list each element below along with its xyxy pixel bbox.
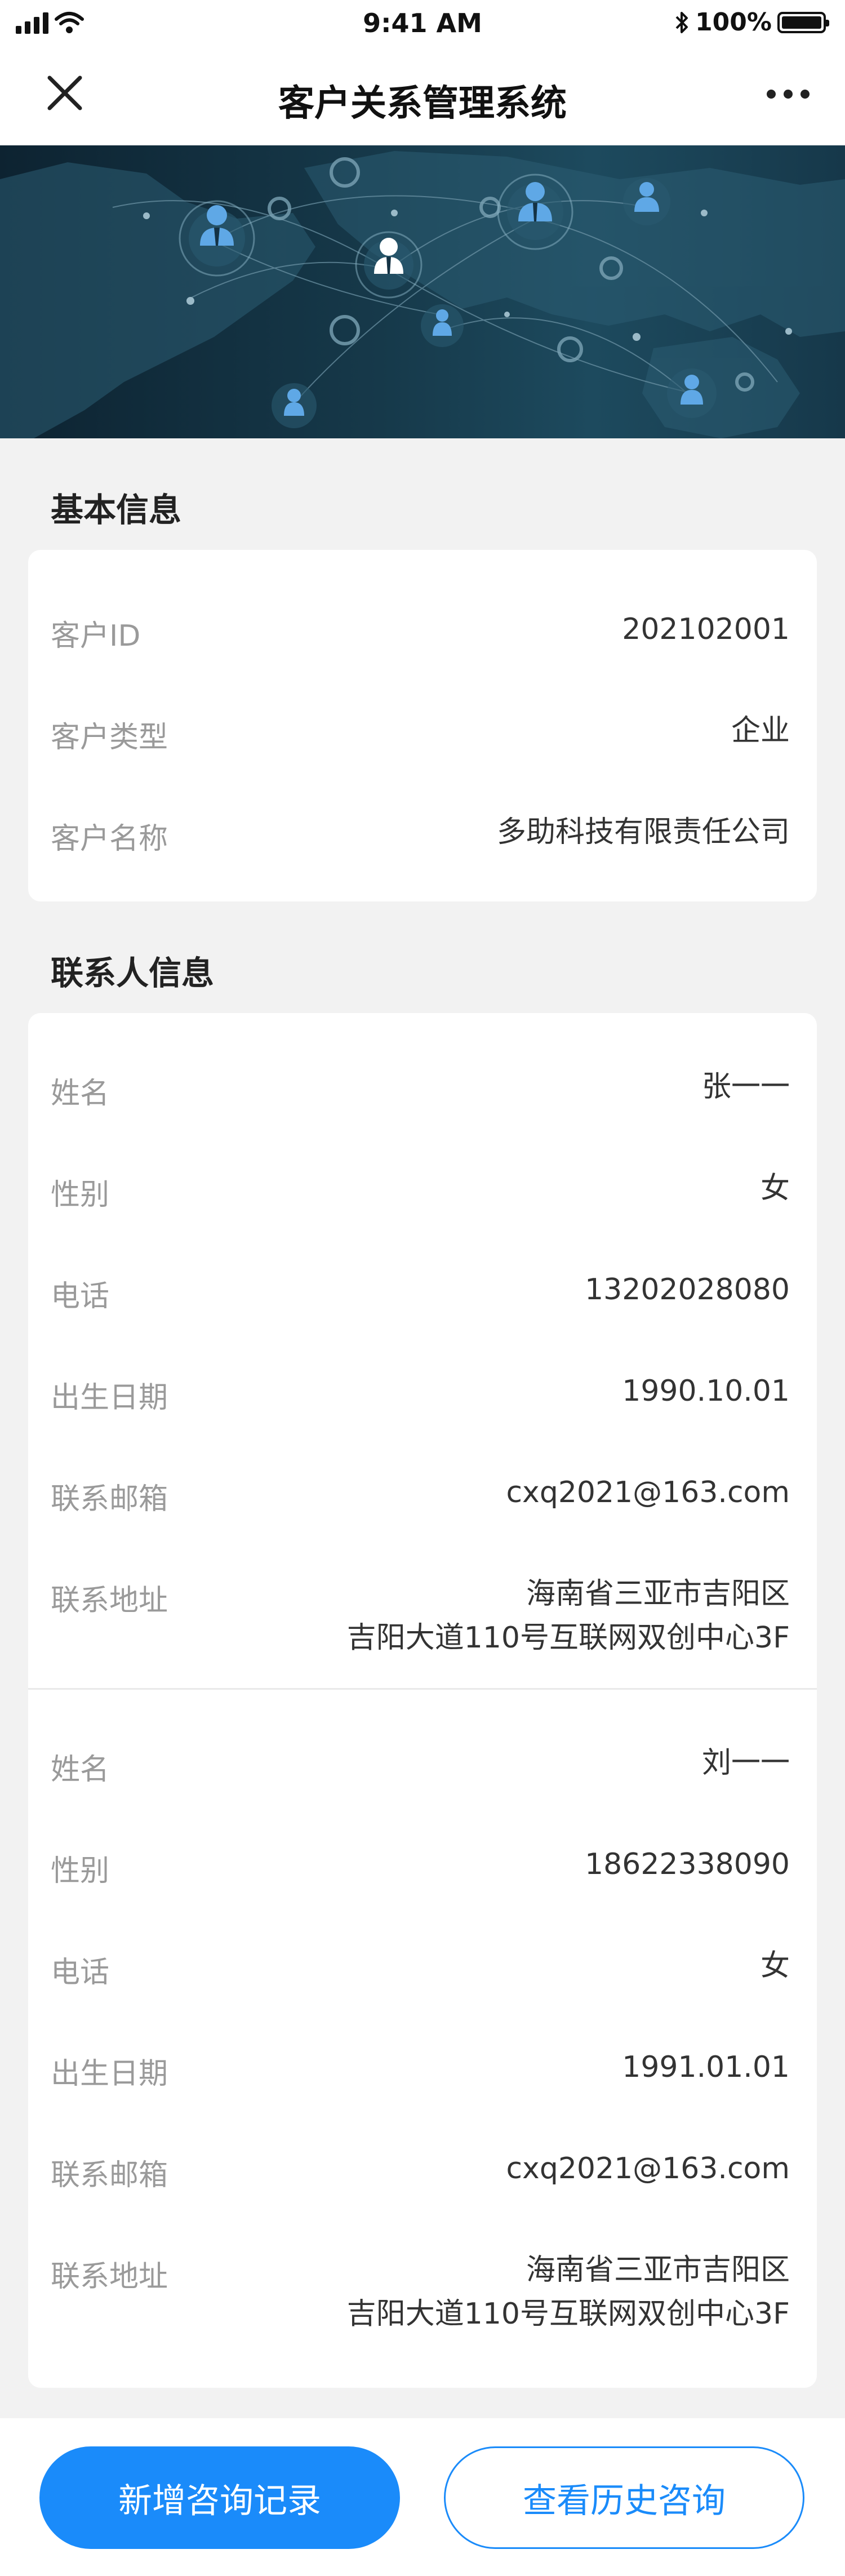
- row-label: 出生日期: [51, 2057, 168, 2091]
- row-value: 刘一一: [701, 1746, 790, 1780]
- contacts-card: 姓名 张一一 性别 女 电话 13202028080 出生日期 1990.10.…: [28, 1013, 817, 2388]
- row-value: 1990.10.01: [622, 1374, 790, 1408]
- row-label: 联系地址: [51, 2260, 168, 2294]
- contact-row-birthday: 出生日期 1990.10.01: [51, 1374, 790, 1416]
- more-button[interactable]: [757, 74, 819, 114]
- info-row-customer-id: 客户ID 202102001: [51, 612, 790, 654]
- address-line-1: 海南省三亚市吉阳区: [526, 1577, 790, 1611]
- status-right: 100%: [675, 8, 829, 37]
- contact-row-phone: 电话 女: [51, 1948, 790, 1991]
- info-row-customer-name: 客户名称 多助科技有限责任公司: [51, 815, 790, 857]
- row-label: 客户ID: [51, 619, 141, 653]
- row-label: 联系邮箱: [51, 1482, 168, 1516]
- contact-row-name: 姓名 张一一: [51, 1069, 790, 1112]
- contact-row-gender: 性别 18622338090: [51, 1847, 790, 1889]
- section-title-contacts: 联系人信息: [51, 954, 215, 992]
- contact-row-gender: 性别 女: [51, 1171, 790, 1213]
- bottom-action-bar: 新增咨询记录 查看历史咨询: [0, 2418, 845, 2576]
- row-label: 联系地址: [51, 1584, 168, 1618]
- contact-row-email: 联系邮箱 cxq2021@163.com: [51, 1475, 790, 1517]
- page-title: 客户关系管理系统: [278, 83, 567, 125]
- row-value: 女: [760, 1949, 790, 1983]
- row-label: 姓名: [51, 1753, 110, 1787]
- contact-row-name: 姓名 刘一一: [51, 1746, 790, 1788]
- row-value: 女: [760, 1171, 790, 1205]
- row-label: 联系邮箱: [51, 2158, 168, 2192]
- row-label: 性别: [51, 1854, 110, 1888]
- banner-image: [0, 145, 845, 438]
- address-line-2: 吉阳大道110号互联网双创中心3F: [346, 2297, 790, 2331]
- row-value: 18622338090: [585, 1847, 790, 1881]
- contact-row-address: 联系地址 海南省三亚市吉阳区 吉阳大道110号互联网双创中心3F: [51, 2253, 790, 2336]
- row-label: 客户类型: [51, 721, 168, 754]
- view-history-button[interactable]: 查看历史咨询: [444, 2446, 804, 2549]
- row-label: 电话: [51, 1956, 110, 1989]
- section-title-basic-info: 基本信息: [51, 491, 182, 529]
- nav-bar: 客户关系管理系统: [0, 47, 845, 145]
- world-network-illustration: [0, 151, 845, 438]
- add-consultation-button[interactable]: 新增咨询记录: [39, 2446, 400, 2549]
- contact-divider: [28, 1688, 817, 1690]
- row-value: 海南省三亚市吉阳区 吉阳大道110号互联网双创中心3F: [347, 2248, 790, 2336]
- contact-row-birthday: 出生日期 1991.01.01: [51, 2050, 790, 2092]
- row-value: 张一一: [701, 1070, 790, 1104]
- contact-row-email: 联系邮箱 cxq2021@163.com: [51, 2151, 790, 2193]
- contact-row-phone: 电话 13202028080: [51, 1272, 790, 1314]
- more-icon-dot: [767, 90, 776, 99]
- row-value: 企业: [731, 714, 790, 748]
- row-value: 13202028080: [585, 1273, 790, 1307]
- basic-info-card: 客户ID 202102001 客户类型 企业 客户名称 多助科技有限责任公司: [28, 550, 817, 901]
- address-line-2: 吉阳大道110号互联网双创中心3F: [346, 1621, 790, 1655]
- row-label: 性别: [51, 1178, 110, 1212]
- row-value: cxq2021@163.com: [506, 1476, 790, 1509]
- row-label: 出生日期: [51, 1381, 168, 1415]
- row-value: 202102001: [622, 612, 790, 646]
- row-label: 姓名: [51, 1077, 110, 1111]
- battery-percent: 100%: [695, 8, 772, 37]
- battery-icon: [777, 11, 829, 33]
- address-line-1: 海南省三亚市吉阳区: [526, 2253, 790, 2287]
- bluetooth-icon: [675, 11, 688, 33]
- more-icon-dot: [800, 90, 810, 99]
- row-label: 客户名称: [51, 822, 168, 856]
- contact-row-address: 联系地址 海南省三亚市吉阳区 吉阳大道110号互联网双创中心3F: [51, 1576, 790, 1660]
- more-icon-dot: [784, 90, 793, 99]
- row-value: 海南省三亚市吉阳区 吉阳大道110号互联网双创中心3F: [347, 1572, 790, 1660]
- status-bar: 9:41 AM 100%: [0, 0, 845, 47]
- row-value: cxq2021@163.com: [506, 2152, 790, 2186]
- row-value: 1991.01.01: [622, 2050, 790, 2084]
- row-label: 电话: [51, 1280, 110, 1313]
- info-row-customer-type: 客户类型 企业: [51, 713, 790, 756]
- row-value: 多助科技有限责任公司: [496, 815, 790, 849]
